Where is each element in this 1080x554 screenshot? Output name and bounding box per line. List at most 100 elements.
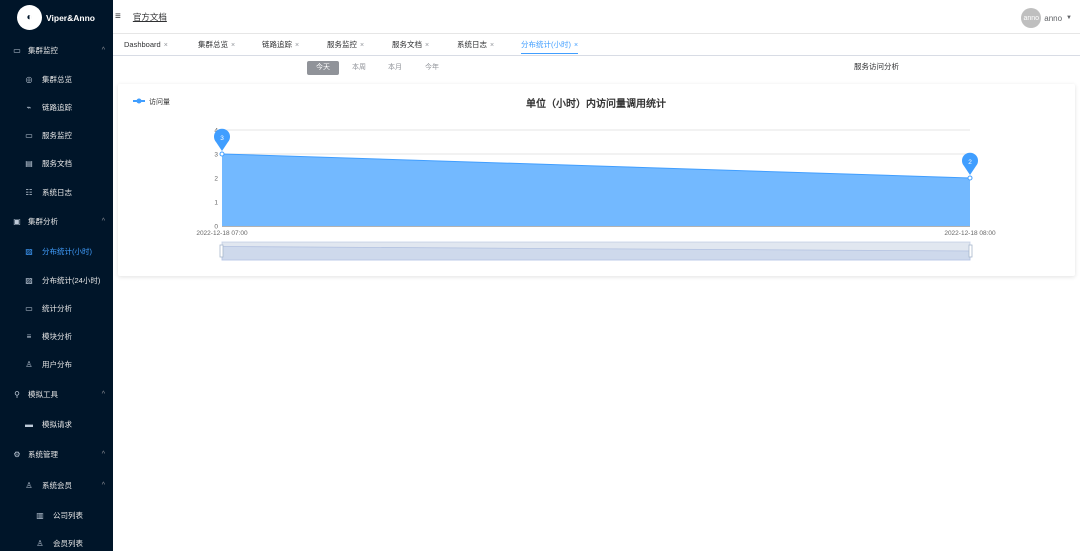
tab-2[interactable]: 链路追踪 × <box>262 38 299 54</box>
close-icon[interactable]: × <box>231 42 235 49</box>
sidebar-item-5[interactable]: ☷ 系统日志 <box>0 181 113 203</box>
chevron-up-icon: ^ <box>101 217 105 225</box>
sidebar-item-label: 链路追踪 <box>42 102 72 112</box>
data-label: 3 <box>220 135 224 142</box>
request-icon: ▬ <box>25 419 33 429</box>
logo: ◐ Viper&Anno <box>0 0 113 35</box>
sidebar-item-14[interactable]: ⚙ 系统管理 ^ <box>0 443 113 465</box>
close-icon[interactable]: × <box>425 42 429 49</box>
tab-0[interactable]: Dashboard × <box>124 38 168 54</box>
user-icon: ♙ <box>25 359 33 369</box>
sidebar-item-label: 集群总览 <box>42 74 72 84</box>
service-analysis-title: 服务访问分析 <box>854 62 899 71</box>
sidebar-item-11[interactable]: ♙ 用户分布 <box>0 353 113 375</box>
x-tick-label: 2022-12-18 07:00 <box>196 230 248 237</box>
user-name[interactable]: anno <box>1044 14 1062 23</box>
close-icon[interactable]: × <box>490 42 494 49</box>
close-icon[interactable]: × <box>574 42 578 49</box>
tab-label: Dashboard <box>124 40 161 49</box>
sidebar: ◐ Viper&Anno ▭ 集群监控 ^ ◎ 集群总览 ⌁ 链路追踪 ▭ 服务监控 ▤ 服务文档 ☷… <box>0 0 113 551</box>
tab-bar: Dashboard × 集群总览 × 链路追踪 × 服务监控 × 服务文档 × 系统日志 × 分布统计(… <box>113 34 1080 56</box>
tab-label: 链路追踪 <box>262 40 292 49</box>
sidebar-item-label: 分布统计(小时) <box>42 246 92 256</box>
chart-icon: ▨ <box>25 246 33 256</box>
tab-5[interactable]: 系统日志 × <box>457 38 494 54</box>
sliders-icon: ≡ <box>26 331 32 341</box>
sidebar-item-2[interactable]: ⌁ 链路追踪 <box>0 96 113 118</box>
sidebar-item-13[interactable]: ▬ 模拟请求 <box>0 413 113 435</box>
top-bar: ≡ 官方文档 anno anno ▼ <box>113 0 1080 34</box>
sidebar-item-15[interactable]: ♙ 系统会员 ^ <box>0 474 113 496</box>
monitor-icon: ▭ <box>25 303 33 313</box>
sidebar-item-6[interactable]: ▣ 集群分析 ^ <box>0 210 113 232</box>
range-today-button[interactable]: 今天 <box>307 61 339 75</box>
sidebar-item-label: 模块分析 <box>42 331 72 341</box>
sidebar-item-label: 模拟工具 <box>28 389 58 399</box>
series-area <box>222 154 970 226</box>
data-label: 2 <box>968 159 972 166</box>
tab-4[interactable]: 服务文档 × <box>392 38 429 54</box>
tab-3[interactable]: 服务监控 × <box>327 38 364 54</box>
datazoom-window <box>222 242 970 260</box>
tab-label: 服务监控 <box>327 40 357 49</box>
x-tick-label: 2022-12-18 08:00 <box>944 230 996 237</box>
cluster-icon: ◎ <box>25 74 33 84</box>
range-year-button[interactable]: 今年 <box>418 61 446 75</box>
docs-link[interactable]: 官方文档 <box>133 11 167 23</box>
sidebar-item-label: 集群分析 <box>28 216 58 226</box>
sidebar-item-3[interactable]: ▭ 服务监控 <box>0 124 113 146</box>
close-icon[interactable]: × <box>164 42 168 49</box>
close-icon[interactable]: × <box>295 42 299 49</box>
tab-6[interactable]: 分布统计(小时) × <box>521 38 579 54</box>
gear-icon: ⚙ <box>13 449 21 459</box>
data-point <box>219 151 225 157</box>
sidebar-item-label: 系统管理 <box>28 449 58 459</box>
chevron-up-icon: ^ <box>101 46 105 54</box>
analysis-icon: ▣ <box>13 216 21 226</box>
log-icon: ☷ <box>25 187 33 197</box>
user-menu[interactable]: anno anno ▼ <box>1021 8 1072 28</box>
tab-label: 服务文档 <box>392 40 422 49</box>
sidebar-item-label: 集群监控 <box>28 45 58 55</box>
user-icon: ♙ <box>25 480 33 490</box>
sidebar-item-7[interactable]: ▨ 分布统计(小时) <box>0 240 113 262</box>
y-tick-label: 3 <box>214 152 218 159</box>
sidebar-item-16[interactable]: ▥ 公司列表 <box>0 504 113 526</box>
datazoom-handle-left[interactable] <box>219 244 224 258</box>
hamburger-icon[interactable]: ≡ <box>115 11 121 22</box>
sidebar-item-8[interactable]: ▨ 分布统计(24小时) <box>0 269 113 291</box>
chart: 单位（小时）内访问量调用统计访问量01234322022-12-18 07:00… <box>133 97 996 261</box>
sidebar-item-9[interactable]: ▭ 统计分析 <box>0 297 113 319</box>
tab-label: 系统日志 <box>457 40 487 49</box>
datazoom-handle-right[interactable] <box>968 244 973 258</box>
sidebar-item-12[interactable]: ⚲ 模拟工具 ^ <box>0 383 113 405</box>
chart-icon: ▨ <box>25 275 33 285</box>
caret-down-icon[interactable]: ▼ <box>1066 15 1072 21</box>
sidebar-item-label: 系统会员 <box>42 480 72 490</box>
range-week-button[interactable]: 本周 <box>345 61 373 75</box>
logo-text: Viper&Anno <box>46 12 95 23</box>
chevron-up-icon: ^ <box>101 390 105 398</box>
chevron-up-icon: ^ <box>101 450 105 458</box>
sidebar-item-10[interactable]: ≡ 模块分析 <box>0 325 113 347</box>
range-selector: 今天 本周 本月 今年 服务访问分析 <box>113 56 1080 82</box>
tab-1[interactable]: 集群总览 × <box>198 38 235 54</box>
monitor-icon: ▭ <box>13 45 21 55</box>
sidebar-item-4[interactable]: ▤ 服务文档 <box>0 152 113 174</box>
sidebar-item-label: 模拟请求 <box>42 419 72 429</box>
sidebar-item-0[interactable]: ▭ 集群监控 ^ <box>0 39 113 61</box>
user-icon: ♙ <box>36 538 44 548</box>
chart-card: 单位（小时）内访问量调用统计 访问量 0 1 2 3 4 3 2 2022-12-18 07:00… <box>118 84 1075 276</box>
tab-label: 集群总览 <box>198 40 228 49</box>
tab-label: 分布统计(小时) <box>521 40 571 49</box>
sidebar-item-1[interactable]: ◎ 集群总览 <box>0 68 113 90</box>
range-month-button[interactable]: 本月 <box>381 61 409 75</box>
data-point <box>967 175 973 181</box>
close-icon[interactable]: × <box>360 42 364 49</box>
logo-icon: ◐ <box>17 5 42 30</box>
monitor-icon: ▭ <box>25 130 33 140</box>
avatar[interactable]: anno <box>1021 8 1042 28</box>
doc-icon: ▤ <box>25 158 33 168</box>
legend-marker <box>136 98 142 104</box>
chevron-up-icon: ^ <box>101 481 105 489</box>
